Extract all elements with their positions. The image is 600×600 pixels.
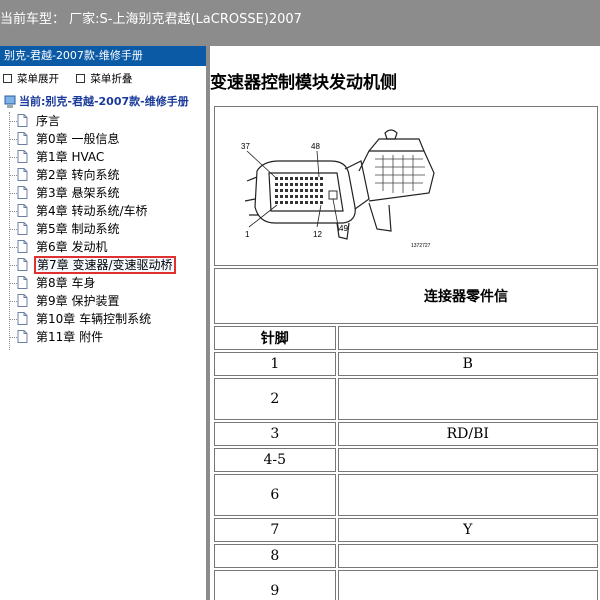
document-icon xyxy=(17,240,28,253)
desc-cell xyxy=(337,570,598,600)
chapter-tree: 当前:别克-君越-2007款-维修手册 序言 第0章 一般信息 第1章 HVAC… xyxy=(0,92,206,350)
pin-label: 1 xyxy=(245,230,250,239)
pin-label: 49 xyxy=(339,224,348,233)
collapse-menu-button[interactable]: 菜单折叠 xyxy=(76,66,132,92)
pin-cell: 8 xyxy=(214,544,336,568)
desc-cell: B xyxy=(337,352,598,376)
manual-title: 别克-君越-2007款-维修手册 xyxy=(0,46,206,66)
document-view: 变速器控制模块发动机侧 37 48 1 12 49 1372727 连接器零件信… xyxy=(210,46,600,600)
window-title-bar: 当前车型： 厂家:S-上海别克君越(LaCROSSE)2007 xyxy=(0,0,600,46)
pin-label: 48 xyxy=(311,142,320,151)
pin-cell: 1 xyxy=(214,352,336,376)
document-icon xyxy=(17,204,28,217)
document-icon xyxy=(17,168,28,181)
document-icon xyxy=(17,186,28,199)
pin-cell: 7 xyxy=(214,518,336,542)
desc-cell xyxy=(337,448,598,472)
desc-column-header xyxy=(337,326,598,350)
pin-label: 12 xyxy=(313,230,322,239)
document-icon xyxy=(17,132,28,145)
connector-table: 37 48 1 12 49 1372727 连接器零件信 针脚 1 B 2 3 … xyxy=(212,104,600,600)
document-icon xyxy=(17,150,28,163)
tree-item-chapter-0[interactable]: 第0章 一般信息 xyxy=(0,130,206,148)
desc-cell xyxy=(337,378,598,420)
document-icon xyxy=(17,330,28,343)
document-icon xyxy=(17,114,28,127)
document-icon xyxy=(17,258,28,271)
computer-icon xyxy=(4,95,16,108)
collapse-icon xyxy=(76,73,86,83)
desc-cell xyxy=(337,474,598,516)
tree-item-chapter-11[interactable]: 第11章 附件 xyxy=(0,328,206,346)
document-icon xyxy=(17,312,28,325)
tree-item-chapter-2[interactable]: 第2章 转向系统 xyxy=(0,166,206,184)
pin-label: 37 xyxy=(241,142,250,151)
navigation-pane: 别克-君越-2007款-维修手册 菜单展开 菜单折叠 当前:别克-君越-2007… xyxy=(0,46,207,600)
figure-id: 1372727 xyxy=(411,243,431,249)
tree-item-chapter-8[interactable]: 第8章 车身 xyxy=(0,274,206,292)
pin-cell: 3 xyxy=(214,422,336,446)
expand-menu-button[interactable]: 菜单展开 xyxy=(3,66,59,92)
tree-item-chapter-3[interactable]: 第3章 悬架系统 xyxy=(0,184,206,202)
tree-toolbar: 菜单展开 菜单折叠 xyxy=(0,66,206,92)
current-vehicle-label: 当前车型： 厂家:S-上海别克君越(LaCROSSE)2007 xyxy=(0,12,302,27)
pin-cell: 6 xyxy=(214,474,336,516)
table-title-cell: 连接器零件信 xyxy=(214,268,598,324)
connector-info-title: 连接器零件信 xyxy=(424,289,508,305)
pin-cell: 4-5 xyxy=(214,448,336,472)
desc-cell xyxy=(337,544,598,568)
tree-item-chapter-10[interactable]: 第10章 车辆控制系统 xyxy=(0,310,206,328)
tree-item-chapter-9[interactable]: 第9章 保护装置 xyxy=(0,292,206,310)
desc-cell: RD/BI xyxy=(337,422,598,446)
connector-figure-cell: 37 48 1 12 49 1372727 xyxy=(214,106,598,266)
pin-cell: 9 xyxy=(214,570,336,600)
tree-item-preface[interactable]: 序言 xyxy=(0,112,206,130)
tree-item-chapter-6[interactable]: 第6章 发动机 xyxy=(0,238,206,256)
tree-item-chapter-4[interactable]: 第4章 转动系统/车桥 xyxy=(0,202,206,220)
desc-cell: Y xyxy=(337,518,598,542)
document-icon xyxy=(17,276,28,289)
tree-root[interactable]: 当前:别克-君越-2007款-维修手册 xyxy=(0,92,206,112)
tree-item-chapter-7[interactable]: 第7章 变速器/变速驱动桥 xyxy=(0,256,206,274)
pin-cell: 2 xyxy=(214,378,336,420)
document-icon xyxy=(17,222,28,235)
expand-icon xyxy=(3,73,12,83)
pin-column-header: 针脚 xyxy=(214,326,336,350)
connector-diagram: 37 48 1 12 49 1372727 xyxy=(241,129,435,249)
page-title: 变速器控制模块发动机侧 xyxy=(210,73,397,93)
document-icon xyxy=(17,294,28,307)
tree-item-chapter-5[interactable]: 第5章 制动系统 xyxy=(0,220,206,238)
tree-item-chapter-1[interactable]: 第1章 HVAC xyxy=(0,148,206,166)
